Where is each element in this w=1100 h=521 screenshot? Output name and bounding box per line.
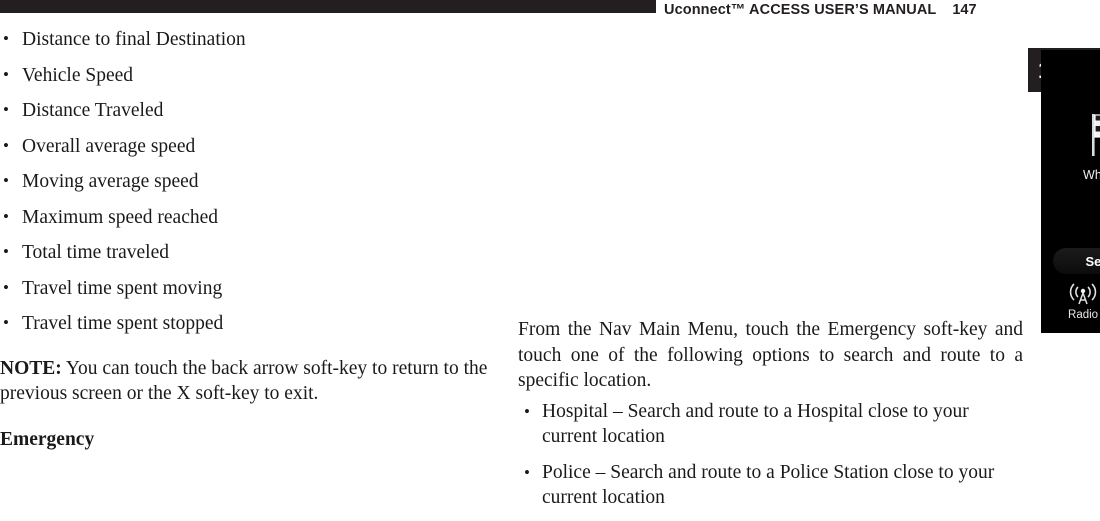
emergency-options-list: Hospital – Search and route to a Hospita… [518, 399, 1023, 521]
nav-button-label: Where To? [1083, 168, 1100, 182]
manual-title: Uconnect™ ACCESS USER’S MANUAL [664, 2, 937, 18]
checkered-flag-icon [1059, 104, 1100, 166]
trip-info-list: Distance to final DestinationVehicle Spe… [0, 21, 505, 342]
trip-info-list-item: Travel time spent stopped [0, 305, 505, 342]
nav-status-bar: ⁂ Drink In My … 12:41 [1041, 50, 1100, 76]
trip-info-list-item: Distance Traveled [0, 92, 505, 129]
note-label: NOTE: [0, 357, 62, 379]
note-text: You can touch the back arrow soft-key to… [0, 357, 488, 405]
page-number: 147 [952, 2, 977, 18]
taskbar-item-radio[interactable]: Radio [1052, 278, 1100, 321]
nav-soft-key-bar: SettingsStopDetourrepeat [1053, 248, 1100, 274]
trip-info-list-item: Total time traveled [0, 234, 505, 271]
emergency-option-list-item: Hospital – Search and route to a Hospita… [518, 399, 1023, 449]
emergency-option-list-item: Police – Search and route to a Police St… [518, 460, 1023, 510]
trip-info-list-item: Overall average speed [0, 128, 505, 165]
soft-key-settings[interactable]: Settings [1053, 248, 1100, 274]
trip-info-list-item: Travel time spent moving [0, 270, 505, 307]
header-rule-bar [0, 0, 656, 13]
page-header: Uconnect™ ACCESS USER’S MANUAL 147 [664, 0, 1100, 21]
trip-info-list-item: Maximum speed reached [0, 199, 505, 236]
nav-button-where-to[interactable]: Where To? [1059, 104, 1100, 182]
trip-info-list-item: Distance to final Destination [0, 21, 505, 58]
nav-main-icon-row: Where To? View Map [1041, 104, 1100, 182]
taskbar-item-label: Radio [1068, 309, 1099, 321]
left-column: Distance to final DestinationVehicle Spe… [0, 21, 505, 451]
trip-info-list-item: Vehicle Speed [0, 57, 505, 94]
emergency-intro-paragraph: From the Nav Main Menu, touch the Emerge… [518, 319, 1023, 391]
nav-taskbar: RadioMediaOFFClimateNavPhoneAppsSettings [1041, 278, 1100, 321]
note-paragraph: NOTE: You can touch the back arrow soft-… [0, 356, 505, 407]
trip-info-list-item: Moving average speed [0, 163, 505, 200]
nav-main-menu-screenshot: U ⁂ Drink In My … 12:41 [1041, 50, 1100, 333]
radio-tower-icon [1052, 278, 1100, 308]
emergency-subheading: Emergency [0, 428, 95, 450]
